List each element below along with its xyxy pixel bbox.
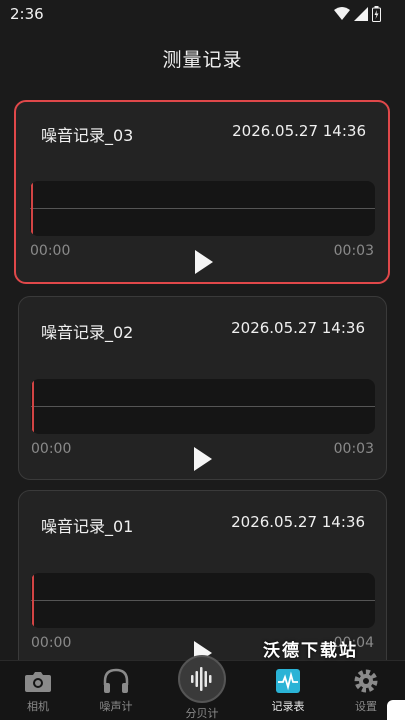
nav-label-records: 记录表 xyxy=(271,700,305,713)
playhead[interactable] xyxy=(32,379,34,434)
nav-item-camera[interactable]: 相机 xyxy=(8,667,68,714)
record-card[interactable]: 噪音记录_03 2026.05.27 14:36 00:00 00:03 xyxy=(14,100,390,284)
record-name: 噪音记录_02 xyxy=(41,323,134,342)
soundwave-icon xyxy=(191,667,212,691)
status-time: 2:36 xyxy=(10,5,44,23)
waveform-baseline xyxy=(30,208,375,209)
nav-item-noise-meter[interactable]: 噪声计 xyxy=(86,667,146,714)
nav-item-records[interactable]: 记录表 xyxy=(258,667,318,714)
watermark: 沃德下载站 xyxy=(263,641,358,661)
time-start: 00:00 xyxy=(31,635,72,651)
record-name: 噪音记录_03 xyxy=(41,126,134,145)
waveform[interactable] xyxy=(31,573,375,628)
records-chart-icon xyxy=(276,669,300,693)
camera-icon xyxy=(25,672,51,692)
nav-item-decibel-meter[interactable]: 分贝计 xyxy=(170,655,234,720)
status-bar: 2:36 xyxy=(0,0,405,28)
waveform-baseline xyxy=(31,406,375,407)
record-date: 2026.05.27 14:36 xyxy=(231,513,365,531)
record-name: 噪音记录_01 xyxy=(41,517,134,536)
play-icon[interactable] xyxy=(191,445,215,473)
waveform-baseline xyxy=(31,600,375,601)
time-end: 00:03 xyxy=(333,243,374,259)
headphones-icon xyxy=(103,668,129,693)
waveform[interactable] xyxy=(31,379,375,434)
page-title: 测量记录 xyxy=(162,49,243,71)
play-icon[interactable] xyxy=(192,248,216,276)
nav-label-decibel-meter: 分贝计 xyxy=(185,707,219,720)
status-icons xyxy=(334,6,381,22)
bottom-nav: 相机 噪声计 分贝计 记录表 设置 xyxy=(0,655,405,720)
time-end: 00:03 xyxy=(333,441,374,457)
decibel-center-button[interactable] xyxy=(178,655,226,703)
record-date: 2026.05.27 14:36 xyxy=(231,319,365,337)
waveform[interactable] xyxy=(30,181,375,236)
nav-label-noise-meter: 噪声计 xyxy=(99,700,133,713)
nav-label-camera: 相机 xyxy=(27,700,49,713)
time-start: 00:00 xyxy=(31,441,72,457)
gear-icon xyxy=(354,669,378,693)
record-date: 2026.05.27 14:36 xyxy=(232,122,366,140)
corner-logo xyxy=(387,700,405,720)
wifi-icon xyxy=(334,7,350,20)
record-card[interactable]: 噪音记录_02 2026.05.27 14:36 00:00 00:03 xyxy=(18,296,387,480)
signal-icon xyxy=(354,7,368,21)
time-start: 00:00 xyxy=(30,243,71,259)
playhead[interactable] xyxy=(31,181,33,236)
battery-icon xyxy=(372,6,381,22)
playhead[interactable] xyxy=(32,573,34,628)
